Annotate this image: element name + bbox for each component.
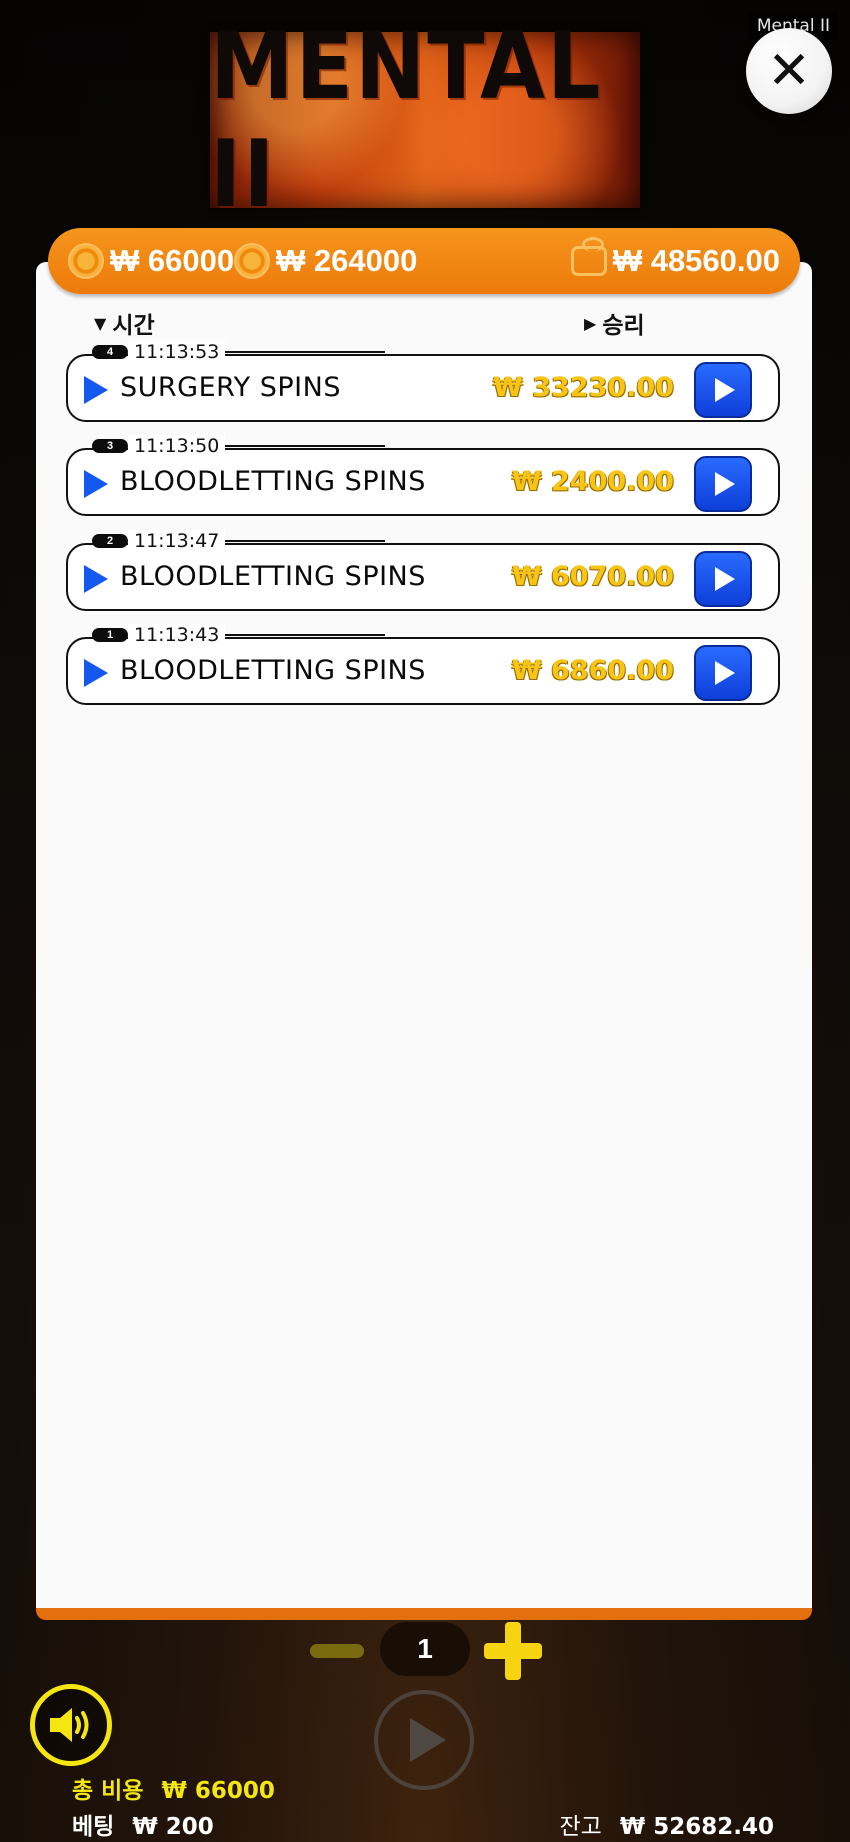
play-icon [84, 565, 108, 593]
row-time: 11:13:53 [128, 341, 226, 363]
total-cost: 총 비용 ₩ 66000 [72, 1771, 275, 1805]
replay-button[interactable] [694, 456, 752, 512]
play-icon [84, 659, 108, 687]
history-row[interactable]: 4 11:13:53 SURGERY SPINS ₩ 33230.00 [66, 341, 780, 422]
balance-label: 잔고 [559, 1814, 602, 1840]
row-index-badge: 3 [92, 439, 128, 453]
row-win-amount: ₩ 6070.00 [511, 561, 674, 592]
cost-value-2: ₩ 264000 [276, 243, 418, 278]
close-icon: ✕ [767, 42, 811, 100]
wallet-summary: ₩ 48560.00 [570, 237, 780, 279]
sort-down-icon: ▼ [94, 313, 107, 333]
history-row[interactable]: 3 11:13:50 BLOODLETTING SPINS ₩ 2400.00 [66, 435, 780, 516]
replay-button[interactable] [694, 645, 752, 701]
close-button[interactable]: ✕ [746, 28, 832, 114]
cost-value-1: ₩ 66000 [110, 243, 235, 278]
plus-icon[interactable] [484, 1622, 542, 1680]
total-cost-value: ₩ 66000 [161, 1778, 275, 1804]
game-logo: MENTAL II [210, 12, 640, 228]
bet: 베팅 ₩ 200 [72, 1807, 214, 1841]
play-icon [84, 470, 108, 498]
row-label: BLOODLETTING SPINS [120, 466, 426, 497]
coin-icon [68, 243, 104, 279]
row-time: 11:13:47 [128, 530, 226, 552]
replay-button[interactable] [694, 362, 752, 418]
balance-value: ₩ 52682.40 [619, 1814, 774, 1840]
logo-text: MENTAL II [210, 12, 603, 228]
minus-icon[interactable] [310, 1644, 364, 1658]
divider [225, 634, 386, 636]
history-row[interactable]: 1 11:13:43 BLOODLETTING SPINS ₩ 6860.00 [66, 624, 780, 705]
row-label: SURGERY SPINS [120, 372, 341, 403]
row-index-badge: 2 [92, 534, 128, 548]
cost-summary-2: ₩ 264000 [234, 243, 417, 279]
balance: 잔고 ₩ 52682.40 [560, 1807, 774, 1841]
column-win-label: 승리 [602, 313, 645, 339]
sort-by-time[interactable]: ▼ 시간 [94, 306, 155, 340]
replay-button[interactable] [694, 551, 752, 607]
row-win-amount: ₩ 33230.00 [493, 372, 674, 403]
coin-icon [234, 243, 270, 279]
divider [225, 540, 386, 542]
row-index-badge: 4 [92, 345, 128, 359]
page-number: 1 [380, 1622, 470, 1676]
row-index-badge: 1 [92, 628, 128, 642]
row-header: 1 11:13:43 [92, 624, 768, 646]
column-time-label: 시간 [112, 313, 155, 339]
sound-toggle[interactable] [30, 1684, 112, 1766]
row-header: 2 11:13:47 [92, 530, 768, 552]
row-label: BLOODLETTING SPINS [120, 655, 426, 686]
sort-right-icon: ▶ [584, 313, 597, 333]
cost-summary-1: ₩ 66000 [68, 243, 234, 279]
play-icon [84, 376, 108, 404]
row-win-amount: ₩ 6860.00 [511, 655, 674, 686]
row-win-amount: ₩ 2400.00 [511, 466, 674, 497]
row-label: BLOODLETTING SPINS [120, 561, 426, 592]
sort-by-win[interactable]: ▶ 승리 [584, 306, 645, 340]
row-header: 3 11:13:50 [92, 435, 768, 457]
bet-label: 베팅 [72, 1814, 115, 1840]
row-time: 11:13:50 [128, 435, 226, 457]
row-time: 11:13:43 [128, 624, 226, 646]
divider [225, 351, 386, 353]
divider [225, 445, 386, 447]
history-row[interactable]: 2 11:13:47 BLOODLETTING SPINS ₩ 6070.00 [66, 530, 780, 611]
bet-value: ₩ 200 [132, 1814, 214, 1840]
sound-icon [50, 1708, 89, 1742]
wallet-value: ₩ 48560.00 [612, 243, 780, 278]
total-cost-label: 총 비용 [72, 1778, 144, 1804]
pagination: 1 [0, 1620, 850, 1680]
row-header: 4 11:13:53 [92, 341, 768, 363]
wallet-icon [570, 237, 607, 276]
spin-button[interactable] [374, 1690, 474, 1790]
history-summary-bar: ₩ 66000 ₩ 264000 ₩ 48560.00 [48, 228, 800, 294]
